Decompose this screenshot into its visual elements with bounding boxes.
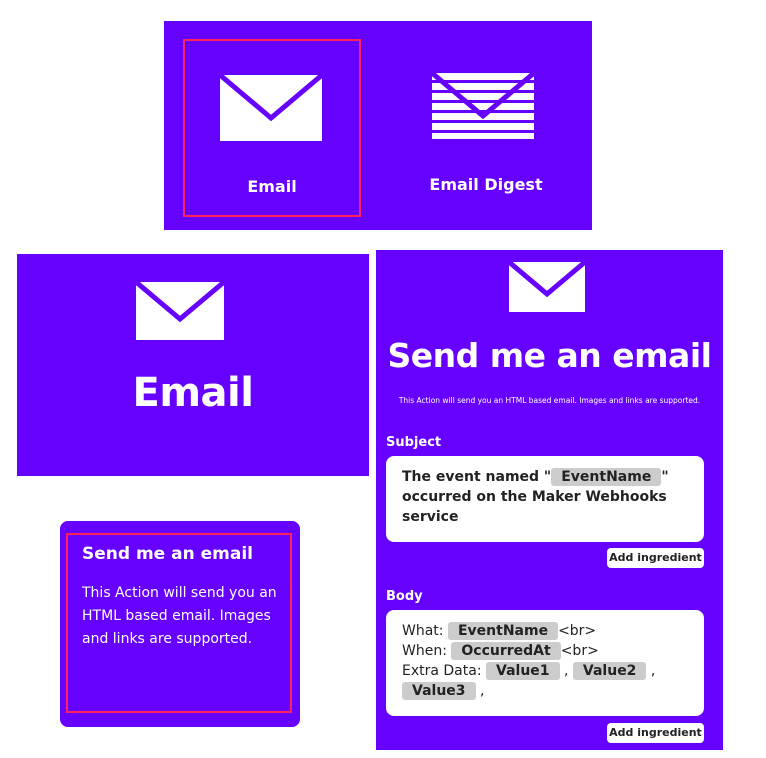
body-line: When: OccurredAt <br> <box>402 641 688 661</box>
ingredient-chip-value3[interactable]: Value3 <box>402 682 476 700</box>
subject-field[interactable]: The event named " EventName " occurred on … <box>386 456 704 542</box>
body-field[interactable]: What: EventName <br> When: OccurredAt <br>… <box>386 610 704 716</box>
body-line: Value3 , <box>402 681 688 701</box>
body-text: , <box>564 663 569 679</box>
add-ingredient-button[interactable]: Add ingredient <box>607 548 704 568</box>
envelope-striped-icon <box>432 73 534 139</box>
body-text: <br> <box>558 623 597 639</box>
action-card-title: Send me an email <box>82 544 253 564</box>
envelope-icon <box>509 262 585 312</box>
body-label: Body <box>386 589 423 604</box>
action-card-description: This Action will send you an HTML based … <box>82 585 277 647</box>
ingredient-chip-eventname[interactable]: EventName <box>551 468 662 486</box>
subject-text: The event named " <box>402 469 552 485</box>
envelope-icon <box>220 75 322 141</box>
ingredient-chip-occurredat[interactable]: OccurredAt <box>451 642 561 660</box>
service-picker: Email Email Digest <box>164 21 592 230</box>
body-text: , <box>479 683 485 699</box>
email-digest-tile[interactable]: Email Digest <box>397 39 575 217</box>
subject-label: Subject <box>386 435 442 450</box>
email-tile[interactable]: Email <box>183 39 361 217</box>
ingredient-chip-eventname[interactable]: EventName <box>447 622 559 640</box>
body-text: What: <box>402 623 444 639</box>
body-text: When: <box>402 643 447 659</box>
body-line: Extra Data: Value1 , Value2 , <box>402 661 688 681</box>
add-ingredient-button[interactable]: Add ingredient <box>607 723 704 743</box>
email-tile-label: Email <box>247 177 297 196</box>
action-form-description: This Action will send you an HTML based … <box>398 396 701 405</box>
ingredient-chip-value1[interactable]: Value1 <box>486 662 560 680</box>
body-line: What: EventName <br> <box>402 621 688 641</box>
action-form-title: Send me an email <box>387 336 712 375</box>
service-title: Email <box>132 370 254 416</box>
ingredient-chip-value2[interactable]: Value2 <box>572 662 647 680</box>
email-service-header: Email <box>17 254 369 476</box>
body-text: , <box>650 663 656 679</box>
email-digest-tile-label: Email Digest <box>429 175 543 194</box>
action-card[interactable]: Send me an email This Action will send y… <box>60 521 300 727</box>
action-form: Send me an email This Action will send y… <box>376 250 723 750</box>
body-text: <br> <box>560 643 599 659</box>
body-text: Extra Data: <box>402 663 482 679</box>
envelope-icon <box>136 282 224 340</box>
